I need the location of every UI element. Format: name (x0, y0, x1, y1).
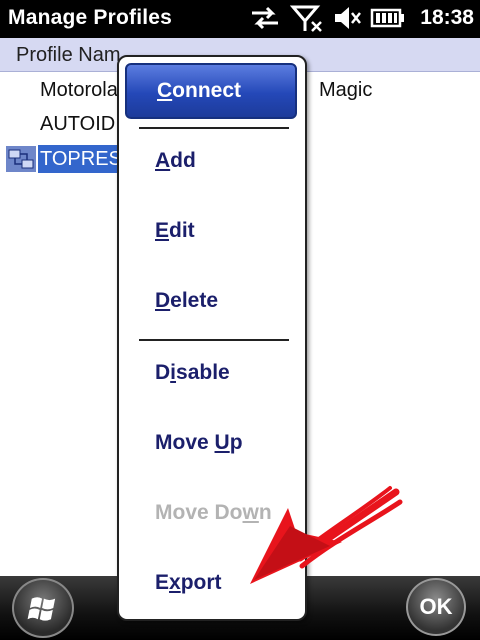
menu-item-add[interactable]: Add (155, 149, 196, 173)
profile-name: AUTOID (40, 113, 116, 135)
menu-item-edit[interactable]: Edit (155, 219, 195, 243)
menu-item-disable[interactable]: Disable (155, 361, 230, 385)
connectivity-icon[interactable] (248, 4, 282, 32)
menu-item-delete[interactable]: Delete (155, 289, 218, 313)
status-bar: Manage Profiles 18:38 (0, 0, 480, 38)
battery-icon[interactable] (370, 4, 406, 32)
ok-button[interactable]: OK (406, 578, 466, 636)
profile-name: Motorola (40, 79, 118, 101)
menu-item-label: Connect (157, 79, 242, 102)
menu-separator (139, 127, 289, 129)
menu-item-export[interactable]: Export (155, 571, 222, 595)
column-header-profile-name[interactable]: Profile Nam (16, 44, 120, 67)
app-title: Manage Profiles (8, 6, 173, 29)
start-button[interactable] (12, 578, 74, 638)
annotation-arrow-icon (250, 486, 403, 584)
volume-mute-icon[interactable] (332, 4, 362, 32)
profile-detail: Magic (319, 79, 373, 101)
profile-connected-icon (6, 146, 36, 172)
menu-item-connect[interactable]: Connect (125, 63, 297, 119)
menu-item-move-up[interactable]: Move Up (155, 431, 243, 455)
windows-logo-icon (27, 597, 56, 621)
profile-name: TOPRES (38, 145, 124, 173)
clock[interactable]: 18:38 (420, 6, 474, 30)
menu-separator (139, 339, 289, 341)
signal-off-icon[interactable] (290, 4, 324, 32)
